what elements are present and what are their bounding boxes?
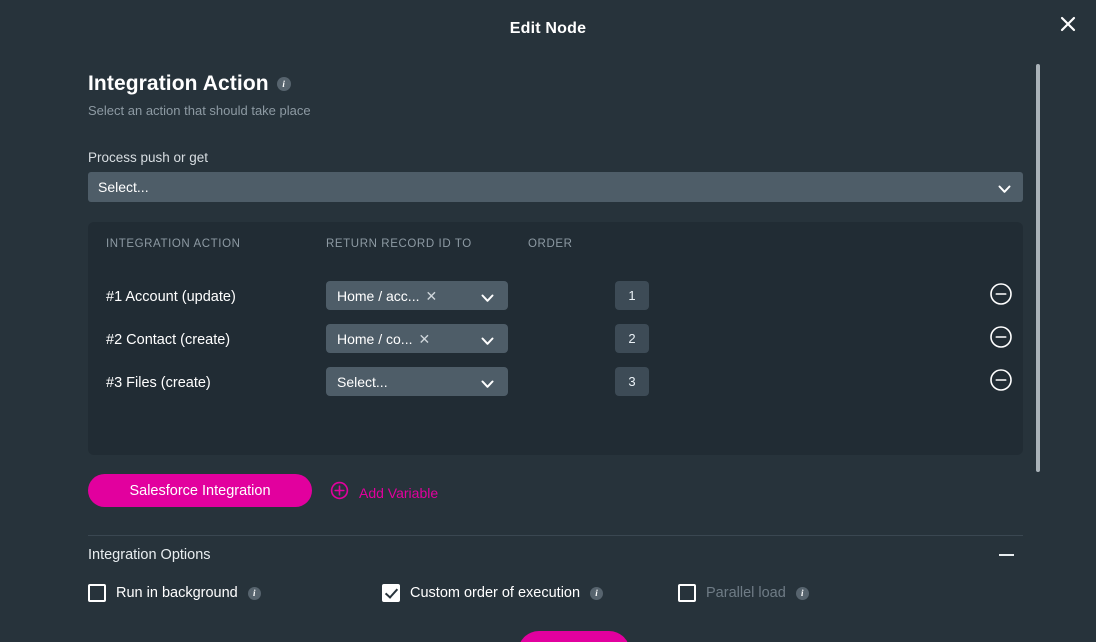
option-custom-order-of-execution[interactable]: Custom order of execution i	[382, 584, 604, 602]
column-header-order: ORDER	[528, 238, 573, 250]
salesforce-integration-button[interactable]: Salesforce Integration	[88, 474, 312, 507]
option-label: Parallel load	[706, 585, 786, 601]
integration-options-title: Integration Options	[88, 547, 211, 563]
modal-body: Integration Action i Select an action th…	[0, 58, 1096, 642]
option-run-in-background[interactable]: Run in background i	[88, 584, 261, 602]
row-action-label: #1 Account (update)	[106, 289, 236, 305]
return-record-value: Home / co...	[337, 330, 413, 347]
checkbox[interactable]	[382, 584, 400, 602]
page-title: Edit Node	[509, 20, 587, 37]
clear-selection-icon[interactable]: ✕	[425, 289, 437, 303]
section-header: Integration Action i	[88, 72, 291, 96]
row-action-label: #3 Files (create)	[106, 375, 211, 391]
circle-minus-icon[interactable]	[989, 282, 1015, 308]
edit-node-modal: Edit Node Integration Action i Select an…	[0, 0, 1096, 642]
integration-action-table: INTEGRATION ACTION RETURN RECORD ID TO O…	[88, 222, 1023, 455]
info-icon[interactable]: i	[276, 77, 291, 91]
process-select-value: Select...	[98, 179, 149, 195]
circle-minus-icon[interactable]	[989, 325, 1015, 351]
table-row: #3 Files (create) Select...	[88, 365, 1023, 408]
checkbox[interactable]	[678, 584, 696, 602]
scrollbar[interactable]	[1036, 64, 1040, 472]
return-record-select[interactable]: Select...	[326, 367, 508, 396]
option-parallel-load[interactable]: Parallel load i	[678, 584, 809, 602]
table-row: #2 Contact (create) Home / co... ✕	[88, 322, 1023, 365]
return-record-value: Home / acc...	[337, 287, 420, 304]
divider	[88, 535, 1023, 536]
info-icon[interactable]: i	[247, 586, 261, 600]
row-action-label: #2 Contact (create)	[106, 332, 231, 348]
return-record-select[interactable]: Home / co... ✕	[326, 324, 508, 353]
clear-selection-icon[interactable]: ✕	[418, 332, 430, 346]
circle-minus-icon[interactable]	[989, 368, 1015, 394]
minus-icon[interactable]	[994, 545, 1018, 565]
chevron-down-icon	[998, 181, 1011, 199]
process-push-or-get-select[interactable]: Select...	[88, 172, 1023, 202]
add-variable-label: Add Variable	[359, 485, 439, 501]
process-field-label: Process push or get	[88, 150, 209, 165]
option-label: Custom order of execution	[410, 585, 581, 601]
info-icon[interactable]: i	[795, 586, 809, 600]
order-input[interactable]	[615, 324, 649, 353]
chevron-down-icon	[481, 290, 494, 308]
checkbox[interactable]	[88, 584, 106, 602]
chevron-down-icon	[481, 333, 494, 351]
info-icon[interactable]: i	[590, 586, 604, 600]
integration-options-row: Run in background i Custom order of exec…	[88, 584, 888, 606]
column-header-return-record-id: RETURN RECORD ID TO	[326, 238, 472, 250]
order-input[interactable]	[615, 281, 649, 310]
return-record-value: Select...	[337, 373, 388, 390]
close-icon[interactable]	[1052, 8, 1084, 40]
order-input[interactable]	[615, 367, 649, 396]
next-button[interactable]: Next	[518, 631, 630, 642]
table-row: #1 Account (update) Home / acc... ✕	[88, 279, 1023, 322]
scrollbar-thumb[interactable]	[1036, 64, 1040, 472]
minus-bar	[998, 554, 1014, 556]
chevron-down-icon	[481, 376, 494, 394]
plus-circle-icon	[330, 481, 349, 505]
modal-header: Edit Node	[0, 0, 1096, 58]
option-label: Run in background	[116, 585, 238, 601]
return-record-select[interactable]: Home / acc... ✕	[326, 281, 508, 310]
add-variable-button[interactable]: Add Variable	[330, 481, 438, 505]
column-header-integration-action: INTEGRATION ACTION	[106, 238, 241, 250]
section-subtitle: Select an action that should take place	[88, 103, 311, 118]
section-title: Integration Action	[88, 72, 269, 95]
table-header-row: INTEGRATION ACTION RETURN RECORD ID TO O…	[88, 238, 1023, 258]
